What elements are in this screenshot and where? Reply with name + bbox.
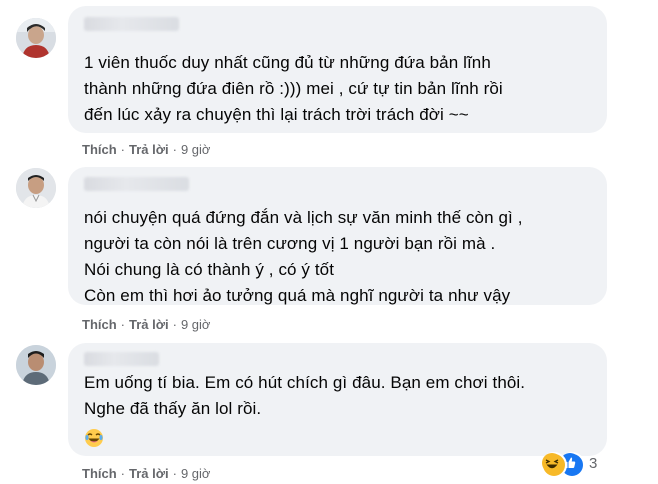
comment-text: 1 viên thuốc duy nhất cũng đủ từ những đ… <box>84 50 503 128</box>
reaction-summary[interactable]: 3 <box>541 452 611 478</box>
comment-line: Còn em thì hơi ảo tưởng quá mà nghĩ ngườ… <box>84 286 511 305</box>
separator-dot: · <box>172 317 177 332</box>
haha-reaction-icon <box>541 452 567 478</box>
reply-button[interactable]: Trả lời <box>129 466 169 481</box>
comment-line: Em uống tí bia. Em có hút chích gì đâu. … <box>84 373 526 392</box>
comment-text: Em uống tí bia. Em có hút chích gì đâu. … <box>84 370 525 448</box>
avatar[interactable] <box>16 345 56 385</box>
author-name-blurred[interactable] <box>84 352 159 366</box>
reaction-count: 3 <box>589 455 598 472</box>
separator-dot: · <box>120 142 126 157</box>
reply-button[interactable]: Trả lời <box>129 317 169 332</box>
separator-dot: · <box>172 466 177 481</box>
author-name-blurred[interactable] <box>84 17 179 31</box>
laughing-emoji-icon <box>84 422 525 448</box>
author-name-blurred[interactable] <box>84 177 189 191</box>
comment-line: nói chuyện quá đứng đắn và lịch sự văn m… <box>84 208 523 227</box>
separator-dot: · <box>120 466 126 481</box>
comment-text: nói chuyện quá đứng đắn và lịch sự văn m… <box>84 205 523 309</box>
comment-line: 1 viên thuốc duy nhất cũng đủ từ những đ… <box>84 53 491 72</box>
reply-button[interactable]: Trả lời <box>129 142 169 157</box>
timestamp[interactable]: 9 giờ <box>181 317 211 332</box>
separator-dot: · <box>120 317 126 332</box>
comment-line: Nói chung là có thành ý , có ý tốt <box>84 260 335 279</box>
avatar[interactable] <box>16 168 56 208</box>
timestamp[interactable]: 9 giờ <box>181 466 211 481</box>
comment-line: Nghe đã thấy ăn lol rồi. <box>84 399 262 418</box>
timestamp[interactable]: 9 giờ <box>181 142 211 157</box>
avatar[interactable] <box>16 18 56 58</box>
comment-actions: Thích · Trả lời · 9 giờ <box>82 142 210 157</box>
separator-dot: · <box>172 142 177 157</box>
comment-actions: Thích · Trả lời · 9 giờ <box>82 466 210 481</box>
like-button[interactable]: Thích <box>82 317 117 332</box>
like-button[interactable]: Thích <box>82 142 117 157</box>
comment-line: người ta còn nói là trên cương vị 1 ngườ… <box>84 234 496 253</box>
comment-line: thành những đứa điên rồ :))) mei , cứ tự… <box>84 79 503 98</box>
comment-actions: Thích · Trả lời · 9 giờ <box>82 317 210 332</box>
comment-line: đến lúc xảy ra chuyện thì lại trách trời… <box>84 105 469 124</box>
like-button[interactable]: Thích <box>82 466 117 481</box>
